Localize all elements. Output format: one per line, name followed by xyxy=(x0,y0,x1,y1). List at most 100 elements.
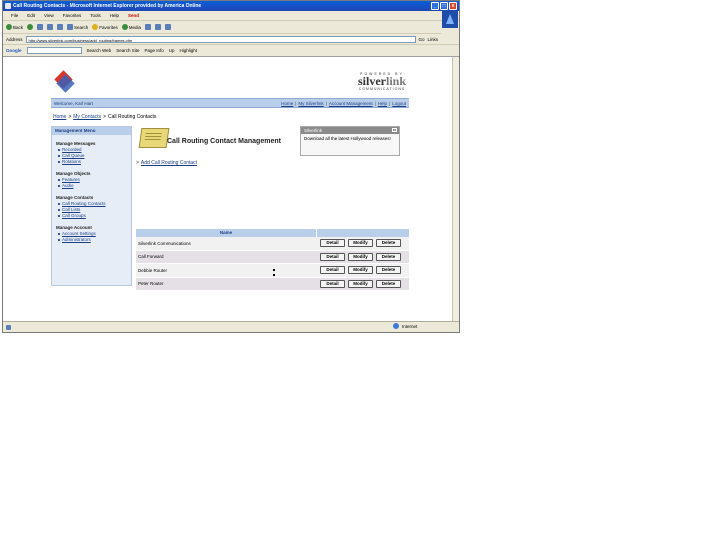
modify-button[interactable]: Modify xyxy=(348,252,373,261)
add-contact-link[interactable]: > Add Call Routing Contact xyxy=(136,160,197,166)
menu-tools[interactable]: Tools xyxy=(90,13,101,18)
print-button[interactable] xyxy=(165,24,172,30)
header-bar: Welcome, Karl Hart Home | My Silverlink | … xyxy=(51,98,409,108)
stop-button[interactable] xyxy=(37,24,44,30)
contact-name: Call Forward xyxy=(138,254,164,260)
google-logo[interactable]: Google xyxy=(6,48,22,53)
sidebar-item-call-groups[interactable]: Call Groups xyxy=(62,213,86,218)
maximize-button[interactable]: □ xyxy=(440,2,448,10)
contact-name: Debbie Router xyxy=(138,267,168,273)
notice-body[interactable]: Download all the latest Hollywood releas… xyxy=(301,134,399,144)
silverlink-brand: POWERED BY silverlink COMMUNICATIONS xyxy=(357,72,406,91)
account-management-link[interactable]: Account Management xyxy=(329,101,373,106)
table-row: Peter Router Detail Modify Delete xyxy=(136,277,409,291)
search-button[interactable]: Search xyxy=(67,24,88,30)
menu-bar: File Edit View Favorites Tools Help Send xyxy=(3,11,459,21)
my-silverlink-link[interactable]: My Silverlink xyxy=(298,101,323,106)
google-search-input[interactable] xyxy=(26,47,82,54)
media-button[interactable]: Media xyxy=(121,24,141,30)
history-button[interactable] xyxy=(145,24,152,30)
modify-button[interactable]: Modify xyxy=(348,239,373,248)
mail-button[interactable] xyxy=(155,24,162,30)
globe-icon xyxy=(393,323,399,329)
delete-button[interactable]: Delete xyxy=(376,279,401,288)
close-icon[interactable]: x xyxy=(392,128,397,132)
management-menu: Management Menu Manage Messages Recorded… xyxy=(51,126,132,286)
minimize-button[interactable]: _ xyxy=(431,2,439,10)
back-button[interactable]: Back xyxy=(6,24,23,30)
detail-button[interactable]: Detail xyxy=(320,279,345,288)
security-zone: Internet xyxy=(393,323,417,329)
table-row: Silverlink Communications Detail Modify … xyxy=(136,237,409,251)
home-link[interactable]: Home xyxy=(281,101,293,106)
sidebar-item-rotations[interactable]: Rotations xyxy=(62,159,81,164)
sidebar-item-recorded[interactable]: Recorded xyxy=(62,147,82,152)
window-title: Call Routing Contacts - Microsoft Intern… xyxy=(13,3,202,9)
forward-button[interactable] xyxy=(27,24,34,30)
menu-group-contacts: Manage Contacts Call Routing Contacts Ca… xyxy=(52,195,131,219)
vertical-scrollbar[interactable] xyxy=(452,57,459,322)
search-web-button[interactable]: Search Web xyxy=(87,48,112,53)
sidebar-item-account-settings[interactable]: Account Settings xyxy=(62,231,96,236)
sidebar-item-features[interactable]: Features xyxy=(62,177,80,182)
title-bar: Call Routing Contacts - Microsoft Intern… xyxy=(3,1,459,11)
address-bar: Address http://www.silverlink.com/busine… xyxy=(3,34,459,45)
company-logo xyxy=(53,70,75,93)
delete-button[interactable]: Delete xyxy=(376,239,401,248)
contacts-table: Name Silverlink Communications Detail Mo… xyxy=(136,229,409,291)
detail-button[interactable]: Detail xyxy=(320,252,345,261)
mouse-cursor xyxy=(273,269,276,276)
sidebar-item-call-routing-contacts[interactable]: Call Routing Contacts xyxy=(62,201,106,206)
page-info-button[interactable]: Page Info xyxy=(144,48,163,53)
sidebar-item-administrators[interactable]: Administrators xyxy=(62,237,91,242)
phone-list-icon xyxy=(138,128,170,148)
menu-group-account: Manage Account Account Settings Administ… xyxy=(52,225,131,243)
menu-file[interactable]: File xyxy=(11,13,18,18)
welcome-text: Welcome, Karl Hart xyxy=(54,101,93,106)
address-label: Address xyxy=(6,36,23,42)
navigation-toolbar: Back Search Favorites Media xyxy=(3,21,441,34)
delete-button[interactable]: Delete xyxy=(376,252,401,261)
logout-link[interactable]: Logout xyxy=(392,101,406,106)
menu-group-objects: Manage Objects Features Audio xyxy=(52,171,131,189)
address-input[interactable]: http://www.silverlink.com/business/add_r… xyxy=(25,35,416,43)
status-bar: Internet xyxy=(3,321,459,332)
notice-box: Silverlink x Download all the latest Holl… xyxy=(300,126,400,156)
menu-favorites[interactable]: Favorites xyxy=(63,13,82,18)
menu-edit[interactable]: Edit xyxy=(27,13,35,18)
detail-button[interactable]: Detail xyxy=(320,266,345,275)
highlight-button[interactable]: Highlight xyxy=(179,48,197,53)
breadcrumb-my-contacts[interactable]: My Contacts xyxy=(73,114,101,120)
modify-button[interactable]: Modify xyxy=(348,279,373,288)
menu-view[interactable]: View xyxy=(44,13,54,18)
links-button[interactable]: Links xyxy=(428,37,439,42)
back-arrow-icon xyxy=(6,24,12,30)
detail-button[interactable]: Detail xyxy=(320,239,345,248)
up-button[interactable]: Up xyxy=(169,48,175,53)
mail-icon xyxy=(155,24,162,30)
stop-icon xyxy=(37,24,44,30)
aol-send-button[interactable]: Send xyxy=(128,13,139,18)
menu-heading: Management Menu xyxy=(52,127,131,135)
refresh-button[interactable] xyxy=(47,24,54,30)
column-name: Name xyxy=(136,229,317,237)
print-icon xyxy=(165,24,172,30)
delete-button[interactable]: Delete xyxy=(376,266,401,275)
search-icon xyxy=(67,24,74,30)
go-button[interactable]: Go xyxy=(419,37,425,42)
favorites-button[interactable]: Favorites xyxy=(92,24,118,30)
refresh-icon xyxy=(47,24,54,30)
sidebar-item-call-lists[interactable]: Call Lists xyxy=(62,207,80,212)
sidebar-item-audio[interactable]: Audio xyxy=(62,183,74,188)
notice-heading: Silverlink xyxy=(304,128,323,133)
menu-group-messages: Manage Messages Recorded Call Queue Rota… xyxy=(52,141,131,165)
home-button[interactable] xyxy=(57,24,64,30)
help-link[interactable]: Help xyxy=(378,101,387,106)
breadcrumb-home[interactable]: Home xyxy=(53,114,66,120)
sidebar-item-call-queue[interactable]: Call Queue xyxy=(62,153,85,158)
menu-help[interactable]: Help xyxy=(110,13,119,18)
close-button[interactable]: x xyxy=(449,2,457,10)
arrow-right-icon: > xyxy=(136,160,139,166)
search-site-button[interactable]: Search Site xyxy=(116,48,139,53)
modify-button[interactable]: Modify xyxy=(348,266,373,275)
